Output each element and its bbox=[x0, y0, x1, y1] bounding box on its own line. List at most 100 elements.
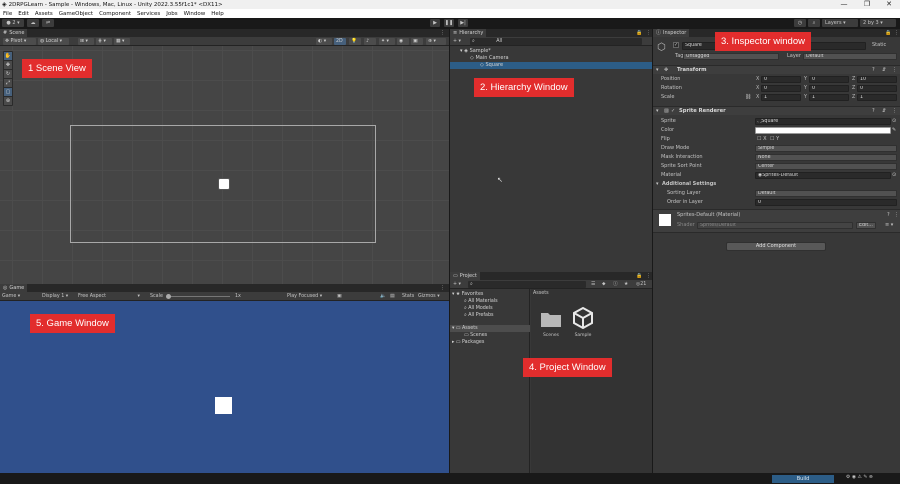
tree-scenes[interactable]: ▭ Scenes bbox=[450, 332, 530, 339]
sorting-layer-dropdown[interactable]: Default bbox=[755, 190, 897, 197]
help-icon[interactable]: ? bbox=[887, 211, 890, 220]
frame-debug-icon[interactable]: ▤ bbox=[390, 293, 395, 300]
flip-y-checkbox[interactable]: ☐ Y bbox=[770, 135, 779, 144]
menu-edit[interactable]: Edit bbox=[18, 11, 29, 17]
flip-x-checkbox[interactable]: ☐ X bbox=[757, 135, 767, 144]
audio-icon[interactable]: ♪ bbox=[364, 38, 376, 45]
pause-button[interactable]: ❚❚ bbox=[444, 19, 454, 27]
history-icon[interactable]: ◷ bbox=[794, 19, 806, 27]
hierarchy-search-input[interactable]: ⌕ All bbox=[470, 38, 642, 45]
preset-icon[interactable]: ⇵ bbox=[882, 66, 886, 75]
more-icon[interactable]: ⋮ bbox=[646, 272, 651, 280]
layer-dropdown[interactable]: Default bbox=[803, 53, 897, 60]
tab-hierarchy[interactable]: ≡ Hierarchy bbox=[450, 29, 487, 37]
component-menu-icon[interactable]: ⋮ bbox=[892, 107, 897, 116]
transform-tool-icon[interactable]: ⊛ bbox=[4, 97, 12, 105]
scale-y-field[interactable]: 1 bbox=[809, 94, 849, 101]
game-mode-dropdown[interactable]: Game ▾ bbox=[2, 293, 20, 300]
object-picker-icon[interactable]: ⊙ bbox=[892, 171, 896, 180]
tree-all-prefabs[interactable]: ⌕ All Prefabs bbox=[450, 312, 530, 319]
account-button[interactable]: ● 2 ▾ bbox=[2, 19, 24, 27]
transform-header[interactable]: ▾ ✥ Transform ? ⇵ ⋮ bbox=[653, 65, 900, 74]
project-search-input[interactable]: ⌕ bbox=[468, 281, 586, 288]
rect-tool-icon[interactable]: ▢ bbox=[4, 88, 12, 96]
rotation-z-field[interactable]: 0 bbox=[857, 85, 897, 92]
hand-tool-icon[interactable]: ✋ bbox=[4, 52, 12, 60]
more-icon[interactable]: ⋮ bbox=[440, 29, 445, 37]
sort-point-dropdown[interactable]: Center bbox=[755, 163, 897, 170]
more-icon[interactable]: ⋮ bbox=[440, 284, 445, 292]
menu-help[interactable]: Help bbox=[211, 11, 224, 17]
tab-project[interactable]: ▭ Project bbox=[450, 272, 480, 280]
tree-favorites[interactable]: ▾ ★ Favorites bbox=[450, 291, 530, 298]
help-icon[interactable]: ? bbox=[872, 107, 875, 116]
effects-icon[interactable]: ✦ ▾ bbox=[379, 38, 395, 45]
project-breadcrumb[interactable]: Assets bbox=[533, 291, 549, 296]
scale-x-field[interactable]: 1 bbox=[761, 94, 801, 101]
scene-canvas[interactable] bbox=[0, 46, 449, 284]
component-menu-icon[interactable]: ⋮ bbox=[892, 66, 897, 75]
rotation-y-field[interactable]: 0 bbox=[809, 85, 849, 92]
hierarchy-row-scene[interactable]: ▾ ◈ Sample* bbox=[450, 48, 652, 55]
position-z-field[interactable]: 10 bbox=[857, 76, 897, 83]
enabled-checkbox[interactable]: ✓ bbox=[671, 107, 675, 116]
more-icon[interactable]: ⋮ bbox=[646, 29, 651, 37]
additional-settings-row[interactable]: ▾ Additional Settings bbox=[653, 180, 900, 189]
tab-inspector[interactable]: ⓘ Inspector bbox=[653, 29, 690, 37]
square-sprite[interactable] bbox=[218, 178, 230, 190]
tab-scene[interactable]: # Scene bbox=[0, 29, 28, 37]
layers-dropdown[interactable]: Layers ▾ bbox=[822, 19, 858, 27]
local-dropdown[interactable]: ◍ Local ▾ bbox=[38, 38, 69, 45]
increment-snap-icon[interactable]: ⋕ ▾ bbox=[96, 38, 112, 45]
snap-settings-icon[interactable]: ▦ ▾ bbox=[114, 38, 130, 45]
help-icon[interactable]: ? bbox=[872, 66, 875, 75]
add-component-button[interactable]: Add Component bbox=[726, 242, 826, 251]
menu-component[interactable]: Component bbox=[99, 11, 131, 17]
menu-services[interactable]: Services bbox=[137, 11, 160, 17]
static-toggle[interactable]: Static bbox=[872, 41, 886, 50]
more-icon[interactable]: ⋮ bbox=[894, 29, 899, 37]
mode-2d-toggle[interactable]: 2D bbox=[334, 38, 346, 45]
material-edit-button[interactable]: Edit... bbox=[856, 222, 876, 229]
tree-all-models[interactable]: ⌕ All Models bbox=[450, 305, 530, 312]
create-button[interactable]: + ▾ bbox=[453, 38, 461, 45]
cloud-icon[interactable]: ☁ bbox=[27, 19, 39, 27]
draw-mode-dropdown[interactable]: Simple bbox=[755, 145, 897, 152]
object-picker-icon[interactable]: ⊙ bbox=[892, 117, 896, 126]
search-by-label-icon[interactable]: ⬥ bbox=[602, 281, 605, 288]
game-gizmos-dropdown[interactable]: Gizmos ▾ bbox=[418, 293, 440, 300]
grid-snap-icon[interactable]: ⊞ ▾ bbox=[78, 38, 94, 45]
stats-toggle[interactable]: Stats bbox=[402, 293, 414, 300]
collab-icon[interactable]: ⇌ bbox=[42, 19, 54, 27]
active-checkbox[interactable]: ✓ bbox=[673, 42, 679, 48]
menu-assets[interactable]: Assets bbox=[35, 11, 53, 17]
tag-dropdown[interactable]: Untagged bbox=[683, 53, 779, 60]
search-by-type-icon[interactable]: ☰ bbox=[591, 281, 595, 288]
order-in-layer-field[interactable]: 0 bbox=[755, 199, 897, 206]
tree-assets[interactable]: ▾ ▭ Assets bbox=[450, 325, 530, 332]
eyedropper-icon[interactable]: ✎ bbox=[892, 126, 896, 135]
tab-game[interactable]: ◎ Game bbox=[0, 284, 28, 292]
constrain-proportions-icon[interactable]: ⛓ bbox=[745, 93, 751, 102]
sprite-renderer-header[interactable]: ▾ ▨ ✓ Sprite Renderer ? ⇵ ⋮ bbox=[653, 106, 900, 115]
display-dropdown[interactable]: Display 1 ▾ bbox=[42, 293, 68, 300]
move-tool-icon[interactable]: ✥ bbox=[4, 61, 12, 69]
hidden-objects-icon[interactable]: ◉ bbox=[397, 38, 409, 45]
info-icon[interactable]: ⓘ bbox=[613, 281, 618, 288]
lighting-icon[interactable]: 💡 bbox=[349, 38, 361, 45]
shading-mode-icon[interactable]: ◐ ▾ bbox=[316, 38, 332, 45]
hierarchy-row-square[interactable]: ◇ Square bbox=[450, 62, 652, 69]
close-window-button[interactable]: ✕ bbox=[878, 0, 900, 9]
shader-menu-icon[interactable]: ≡ ▾ bbox=[885, 221, 893, 230]
rotate-tool-icon[interactable]: ↻ bbox=[4, 70, 12, 78]
search-icon[interactable]: ⌕ bbox=[808, 19, 820, 27]
maximize-button[interactable]: ❐ bbox=[856, 0, 878, 9]
step-button[interactable]: ▶| bbox=[458, 19, 468, 27]
material-field[interactable]: ◉Sprites-Default bbox=[755, 172, 891, 179]
folder-icon[interactable] bbox=[540, 308, 562, 330]
hidden-packages-counter[interactable]: ◎21 bbox=[636, 281, 646, 288]
mute-audio-icon[interactable]: 🔈 bbox=[380, 293, 386, 300]
mask-interaction-dropdown[interactable]: None bbox=[755, 154, 897, 161]
play-button[interactable]: ▶ bbox=[430, 19, 440, 27]
rotation-x-field[interactable]: 0 bbox=[761, 85, 801, 92]
